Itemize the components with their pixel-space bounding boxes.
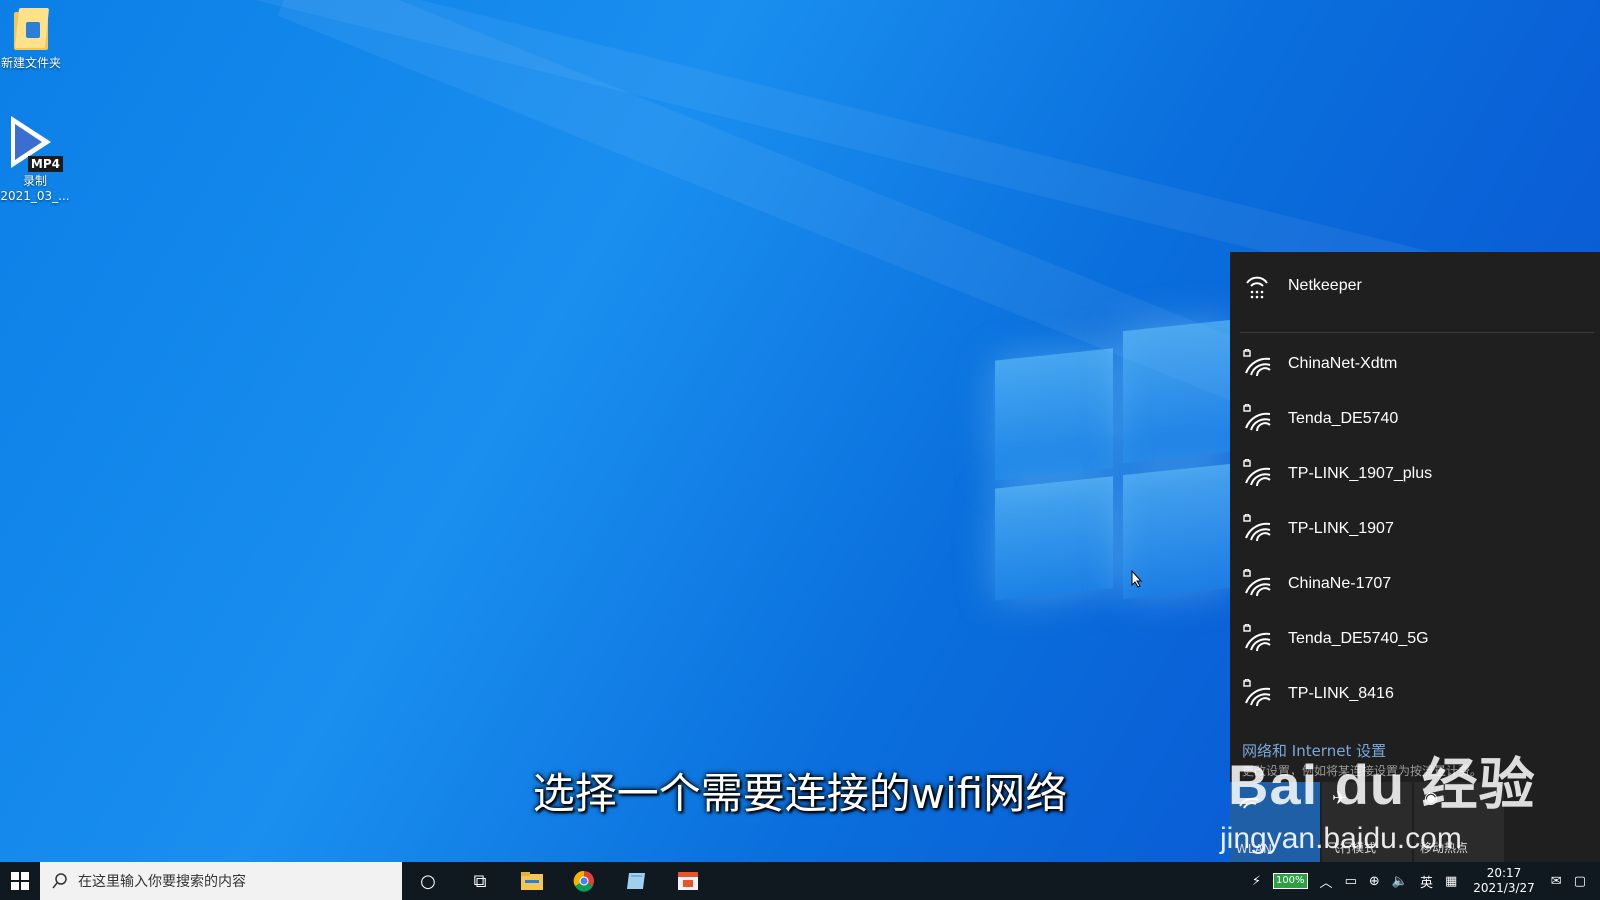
secured-wifi-icon <box>1242 512 1278 544</box>
chrome-icon <box>573 870 594 892</box>
desktop-icon-mp4-recording[interactable]: MP4 录制 2021_03_... <box>0 114 70 203</box>
mail-app-icon[interactable]: ✉ <box>1551 874 1562 889</box>
cortana-button[interactable]: ○ <box>402 862 454 900</box>
desktop-icon-label: 新建文件夹 <box>0 56 61 70</box>
taskbar: 在这里输入你要搜索的内容 ○ ⧉ ⚡ 100% ︿ ▭ ⊕ 🔈 英 ▦ 20:1… <box>0 862 1600 900</box>
folder-icon <box>521 872 543 890</box>
connection-netkeeper[interactable]: Netkeeper <box>1230 258 1600 313</box>
taskbar-app-chrome[interactable] <box>558 862 610 900</box>
mp4-file-icon: MP4 <box>5 114 65 172</box>
search-icon <box>52 873 67 889</box>
cortana-circle-icon: ○ <box>420 870 436 892</box>
secured-wifi-icon <box>1242 677 1278 709</box>
action-center-icon[interactable]: ▢ <box>1574 874 1586 889</box>
wifi-network-item[interactable]: Tenda_DE5740 <box>1230 391 1600 446</box>
secured-wifi-icon <box>1242 567 1278 599</box>
ime-language[interactable]: 英 <box>1420 872 1433 891</box>
task-view-icon: ⧉ <box>473 870 487 892</box>
connection-name: Netkeeper <box>1288 276 1362 294</box>
wifi-network-name: Tenda_DE5740 <box>1288 409 1399 427</box>
video-subtitle: 选择一个需要连接的wifi网络 <box>532 769 1068 818</box>
secured-wifi-icon <box>1242 622 1278 654</box>
wifi-network-item[interactable]: TP-LINK_1907 <box>1230 501 1600 556</box>
wifi-network-name: TP-LINK_1907 <box>1288 519 1394 537</box>
secured-wifi-icon <box>1242 402 1278 434</box>
wifi-network-item[interactable]: ChinaNet-Xdtm <box>1230 336 1600 391</box>
volume-icon[interactable]: 🔈 <box>1392 874 1408 889</box>
search-placeholder: 在这里输入你要搜索的内容 <box>78 874 246 890</box>
wifi-network-item[interactable]: Tenda_DE5740_5G <box>1230 611 1600 666</box>
secured-wifi-icon <box>1242 457 1278 489</box>
wifi-network-name: ChinaNet-Xdtm <box>1288 354 1398 372</box>
desktop-icon-new-folder[interactable]: 新建文件夹 <box>0 8 66 71</box>
power-plug-icon: ⚡ <box>1251 873 1261 889</box>
mouse-cursor-icon <box>1131 570 1143 588</box>
dialup-icon <box>1242 271 1278 301</box>
clock-time: 20:17 <box>1486 866 1522 880</box>
notes-app-icon <box>627 873 645 889</box>
wifi-network-item[interactable]: TP-LINK_1907_plus <box>1230 446 1600 501</box>
show-hidden-icons-chevron-icon[interactable]: ︿ <box>1320 872 1333 891</box>
wifi-network-item[interactable]: ChinaNe-1707 <box>1230 556 1600 611</box>
task-view-button[interactable]: ⧉ <box>454 862 506 900</box>
network-globe-icon[interactable]: ⊕ <box>1369 874 1380 889</box>
wifi-network-name: TP-LINK_1907_plus <box>1288 464 1433 482</box>
taskbar-search-box[interactable]: 在这里输入你要搜索的内容 <box>40 862 402 900</box>
taskbar-app-recorder[interactable] <box>662 862 714 900</box>
wifi-network-name: Tenda_DE5740_5G <box>1288 629 1429 647</box>
ime-mode-icon[interactable]: ▦ <box>1445 874 1457 889</box>
taskbar-app-file-explorer[interactable] <box>506 862 558 900</box>
windows-icon <box>11 872 29 890</box>
recorder-app-icon <box>678 872 698 890</box>
wifi-network-name: TP-LINK_8416 <box>1288 684 1394 702</box>
wifi-network-name: ChinaNe-1707 <box>1288 574 1392 592</box>
taskbar-clock[interactable]: 20:17 2021/3/27 <box>1473 866 1535 896</box>
start-button[interactable] <box>0 862 40 900</box>
divider <box>1240 332 1594 333</box>
battery-icon[interactable]: ▭ <box>1345 874 1357 889</box>
battery-indicator[interactable]: 100% <box>1272 873 1308 889</box>
network-settings-link[interactable]: 网络和 Internet 设置 <box>1242 740 1386 761</box>
taskbar-app-notes[interactable] <box>610 862 662 900</box>
secured-wifi-icon <box>1242 347 1278 379</box>
desktop-icon-label: 录制 <box>22 174 47 188</box>
desktop-icon-label-2: 2021_03_... <box>0 189 70 203</box>
wifi-network-item[interactable]: TP-LINK_8416 <box>1230 666 1600 721</box>
system-tray: ⚡ 100% ︿ ▭ ⊕ 🔈 英 ▦ 20:17 2021/3/27 ✉ ▢ <box>1246 862 1600 900</box>
windows-logo-wallpaper <box>995 317 1235 622</box>
folder-icon <box>14 8 50 50</box>
clock-date: 2021/3/27 <box>1473 881 1535 895</box>
